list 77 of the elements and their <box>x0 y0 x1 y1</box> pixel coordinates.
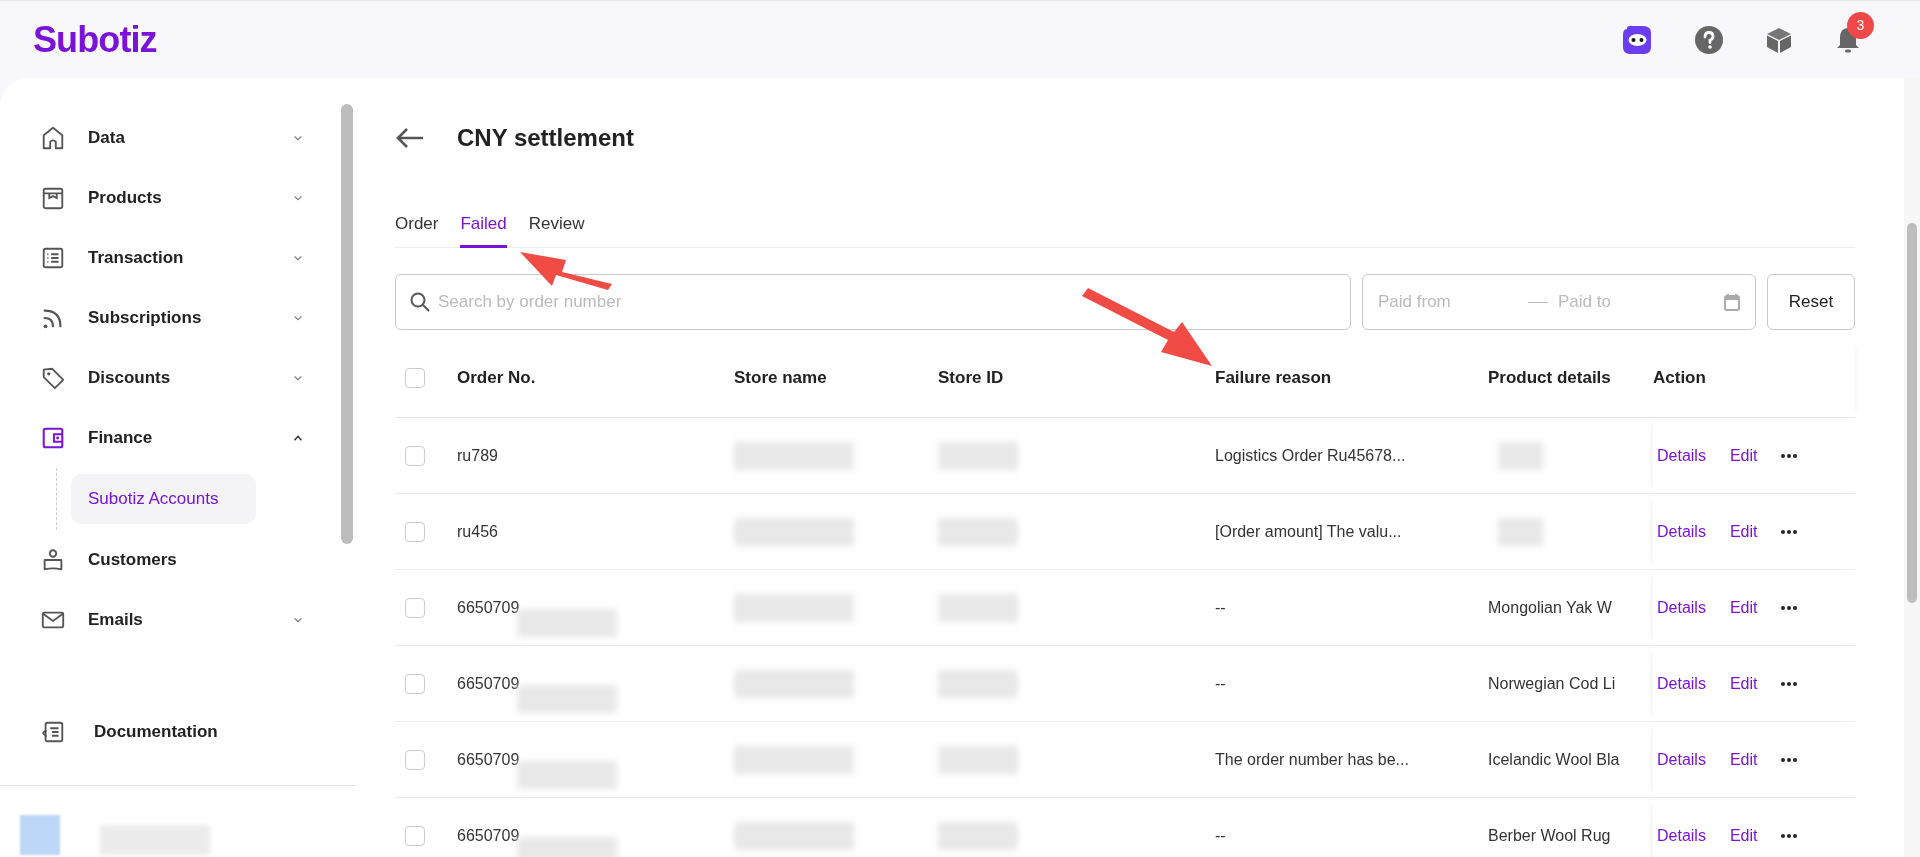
action-link[interactable]: Edit <box>1729 823 1758 848</box>
sidebar-item[interactable]: Subscriptions <box>0 288 356 348</box>
action-link[interactable]: Edit <box>1729 595 1758 620</box>
checkbox[interactable] <box>405 825 425 846</box>
sidebar-item[interactable]: Discounts <box>0 348 356 408</box>
avatar-placeholder <box>20 815 60 855</box>
table-cell-text: 6650709 <box>457 749 520 770</box>
column-header: Failure reason <box>1215 366 1332 389</box>
back-arrow-icon[interactable] <box>395 127 425 149</box>
tab[interactable]: Order <box>395 202 439 248</box>
checkbox[interactable] <box>405 749 425 770</box>
action-link[interactable]: Details <box>1657 747 1706 772</box>
more-icon[interactable] <box>1781 605 1798 610</box>
table-cell: Norwegian Cod Li <box>1488 674 1616 692</box>
table-cell-text: 6650709 <box>457 673 520 694</box>
wallet-icon <box>40 425 66 451</box>
notification-badge: 3 <box>1847 11 1874 39</box>
action-link[interactable]: Details <box>1657 595 1706 620</box>
sidebar-item[interactable]: Emails <box>0 590 356 650</box>
calendar-icon <box>1724 293 1740 311</box>
column-header: Order No. <box>457 366 536 389</box>
more-icon[interactable] <box>1781 681 1798 686</box>
search-icon <box>410 292 430 312</box>
checkbox[interactable] <box>405 597 425 618</box>
column-header: Action <box>1653 366 1706 389</box>
sidebar-item[interactable]: Finance <box>0 408 356 468</box>
sidebar-item[interactable]: Data <box>0 108 356 168</box>
table-cell: -- <box>1215 674 1226 692</box>
more-icon[interactable] <box>1781 757 1798 762</box>
action-link[interactable]: Edit <box>1729 671 1758 696</box>
checkbox[interactable] <box>405 445 425 466</box>
checkbox[interactable] <box>405 673 425 694</box>
column-header: Product details <box>1488 366 1611 389</box>
table-cell: -- <box>1215 598 1226 616</box>
robot-icon[interactable] <box>1621 24 1653 55</box>
table-cell-text: ru456 <box>457 521 498 542</box>
help-icon[interactable] <box>1695 25 1723 54</box>
column-header: Store ID <box>938 366 1004 389</box>
tag-icon <box>40 365 66 391</box>
list-icon <box>40 245 66 271</box>
more-icon[interactable] <box>1781 529 1798 534</box>
action-link[interactable]: Details <box>1657 671 1706 696</box>
more-icon[interactable] <box>1781 833 1798 838</box>
reset-button[interactable]: Reset <box>1767 274 1855 330</box>
table-cell: Berber Wool Rug <box>1488 826 1611 844</box>
column-header: Store name <box>734 366 827 389</box>
action-link[interactable]: Details <box>1657 443 1706 468</box>
checkbox[interactable] <box>405 367 425 388</box>
table-cell-text: 6650709 <box>457 597 520 618</box>
more-icon[interactable] <box>1781 453 1798 458</box>
tab[interactable]: Review <box>528 202 585 248</box>
sidebar-item[interactable]: Transaction <box>0 228 356 288</box>
table-cell: -- <box>1215 826 1226 844</box>
box-icon[interactable] <box>1765 25 1793 54</box>
action-link[interactable]: Details <box>1657 519 1706 544</box>
action-link[interactable]: Details <box>1657 823 1706 848</box>
sidebar-subitem[interactable]: Subotiz Accounts <box>71 474 256 524</box>
action-link[interactable]: Edit <box>1729 443 1758 468</box>
sidebar-item[interactable]: Customers <box>0 530 356 590</box>
page-title: CNY settlement <box>457 123 634 153</box>
table-cell-text: 6650709 <box>457 825 520 846</box>
checkbox[interactable] <box>405 521 425 542</box>
table-cell: Icelandic Wool Bla <box>1488 750 1620 768</box>
sidebar-item[interactable]: Products <box>0 168 356 228</box>
table-cell-text: ru789 <box>457 445 498 466</box>
table-cell: Mongolian Yak W <box>1488 598 1612 616</box>
storefront-icon <box>40 185 66 211</box>
table-cell: Logistics Order Ru45678... <box>1215 446 1406 464</box>
action-link[interactable]: Edit <box>1729 747 1758 772</box>
table-cell: [Order amount] The valu... <box>1215 522 1402 540</box>
search-field[interactable]: Search by order number <box>395 274 1351 330</box>
table-cell: The order number has be... <box>1215 750 1409 768</box>
brand-logo[interactable]: Subotiz <box>33 12 157 67</box>
sidebar-item[interactable]: Documentation <box>0 718 218 745</box>
home-icon <box>40 125 66 151</box>
tab[interactable]: Failed <box>460 202 507 248</box>
action-link[interactable]: Edit <box>1729 519 1758 544</box>
